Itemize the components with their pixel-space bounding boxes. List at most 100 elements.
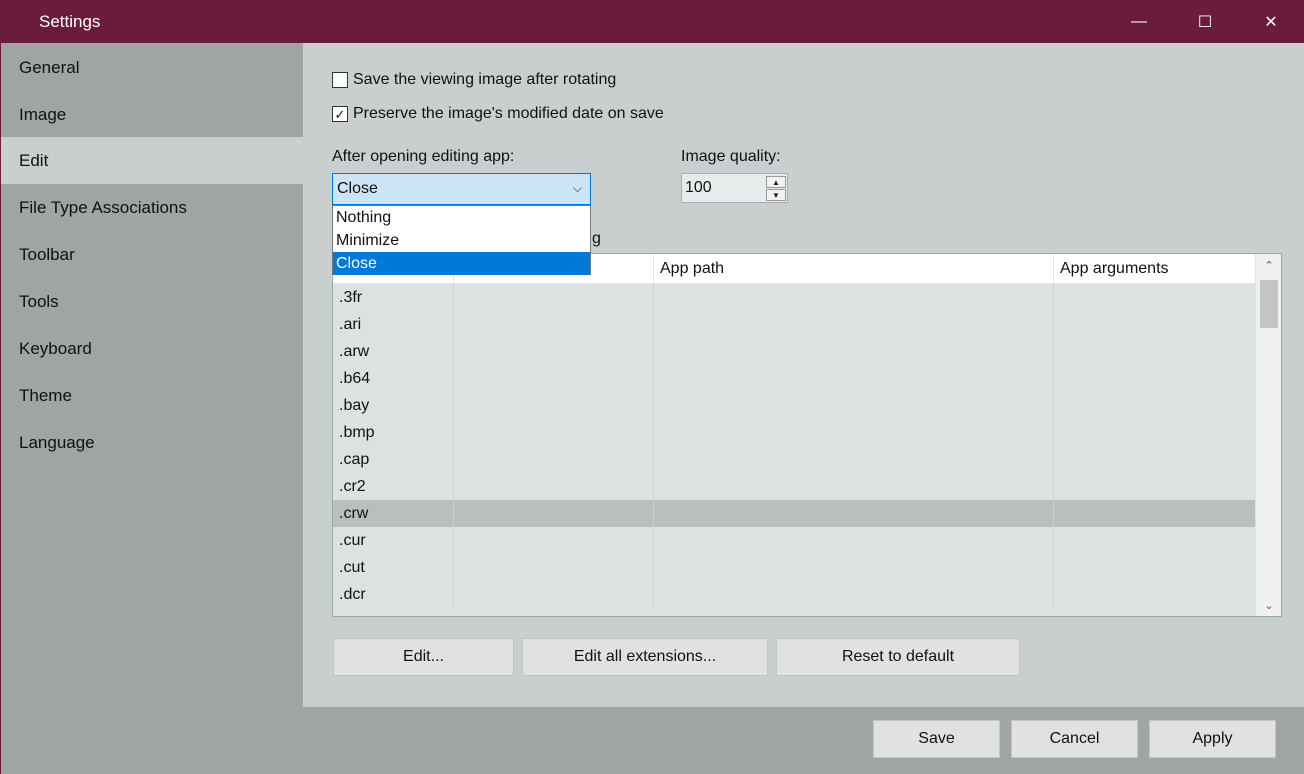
sidebar-item-label: Toolbar (19, 244, 75, 264)
cell-app-name (454, 527, 654, 554)
image-quality-input[interactable]: 100 ▲ ▼ (681, 173, 788, 203)
sidebar-item-label: Language (19, 432, 95, 452)
close-icon: ✕ (1264, 14, 1278, 31)
edit-button[interactable]: Edit... (333, 638, 514, 676)
table-row-highlighted[interactable]: .crw (333, 500, 1255, 527)
sidebar-item-language[interactable]: Language (1, 419, 303, 466)
sidebar-item-label: Edit (19, 150, 49, 170)
scrollbar-thumb[interactable] (1260, 280, 1278, 328)
reset-to-default-button[interactable]: Reset to default (776, 638, 1020, 676)
after-opening-value: Close (337, 180, 378, 197)
preserve-modified-date-label: Preserve the image's modified date on sa… (353, 105, 664, 122)
after-opening-select[interactable]: Close ⌵ (332, 173, 591, 205)
cell-app-path (654, 284, 1054, 311)
dropdown-option-minimize[interactable]: Minimize (333, 229, 590, 252)
cell-app-path (654, 419, 1054, 446)
table-row[interactable]: .b64 (333, 365, 1255, 392)
preserve-modified-date-option[interactable]: ✓ Preserve the image's modified date on … (332, 105, 664, 123)
column-header-app-path[interactable]: App path (654, 254, 1054, 284)
scroll-down-icon[interactable]: ⌄ (1256, 594, 1281, 616)
sidebar-item-label: File Type Associations (19, 197, 187, 217)
table-row[interactable]: .dcr (333, 581, 1255, 608)
table-row[interactable]: .bmp (333, 419, 1255, 446)
cell-app-name (454, 311, 654, 338)
cell-app-path (654, 527, 1054, 554)
cell-extension: .cap (333, 446, 454, 473)
sidebar-item-label: Tools (19, 291, 59, 311)
cell-app-name (454, 446, 654, 473)
image-quality-value: 100 (685, 179, 712, 196)
maximize-icon: ☐ (1197, 14, 1213, 31)
cell-app-path (654, 554, 1054, 581)
dropdown-option-nothing[interactable]: Nothing (333, 206, 590, 229)
scroll-up-icon[interactable]: ⌃ (1256, 254, 1281, 276)
cell-app-name (454, 581, 654, 608)
minimize-button[interactable]: — (1106, 1, 1172, 43)
decrement-button[interactable]: ▼ (766, 189, 786, 201)
table-row[interactable]: .cr2 (333, 473, 1255, 500)
minimize-icon: — (1131, 13, 1147, 30)
triangle-down-icon: ▼ (772, 190, 780, 200)
window-title: Settings (39, 12, 101, 31)
sidebar-item-general[interactable]: General (1, 44, 303, 91)
table-row[interactable]: .cur (333, 527, 1255, 554)
cell-extension: .arw (333, 338, 454, 365)
sidebar-item-tools[interactable]: Tools (1, 278, 303, 325)
cell-app-name (454, 284, 654, 311)
cell-app-name (454, 338, 654, 365)
cell-app-path (654, 392, 1054, 419)
dropdown-option-close[interactable]: Close (333, 252, 590, 275)
vertical-scrollbar[interactable]: ⌃ ⌄ (1255, 254, 1281, 616)
column-header-app-arguments[interactable]: App arguments (1054, 254, 1255, 284)
sidebar-item-edit[interactable]: Edit (1, 137, 303, 184)
save-after-rotating-checkbox[interactable] (332, 72, 348, 88)
sidebar-item-label: Image (19, 104, 67, 124)
sidebar-item-keyboard[interactable]: Keyboard (1, 325, 303, 372)
after-opening-dropdown-list: Nothing Minimize Close (332, 205, 591, 275)
sidebar-item-file-type-associations[interactable]: File Type Associations (1, 184, 303, 231)
sidebar-item-label: General (19, 57, 80, 77)
sidebar-item-theme[interactable]: Theme (1, 372, 303, 419)
sidebar: General Image Edit File Type Association… (1, 43, 303, 774)
title-bar[interactable]: Settings — ☐ ✕ (1, 1, 1304, 43)
cell-app-path (654, 473, 1054, 500)
close-button[interactable]: ✕ (1238, 1, 1304, 43)
cell-extension: .b64 (333, 365, 454, 392)
sidebar-item-label: Theme (19, 385, 72, 405)
table-row[interactable]: .arw (333, 338, 1255, 365)
cell-app-name (454, 554, 654, 581)
cell-app-path (654, 365, 1054, 392)
list-label-fragment: g (592, 230, 601, 247)
cell-app-name (454, 419, 654, 446)
checkmark-icon: ✓ (334, 106, 346, 122)
cell-app-name (454, 392, 654, 419)
table-row[interactable]: .bay (333, 392, 1255, 419)
apply-button[interactable]: Apply (1149, 720, 1276, 758)
table-row[interactable]: .cut (333, 554, 1255, 581)
increment-button[interactable]: ▲ (766, 176, 786, 188)
cell-app-name (454, 500, 654, 527)
cell-extension: .cut (333, 554, 454, 581)
sidebar-item-image[interactable]: Image (1, 91, 303, 138)
edit-all-extensions-button[interactable]: Edit all extensions... (522, 638, 768, 676)
cell-extension: .bay (333, 392, 454, 419)
preserve-modified-date-checkbox[interactable]: ✓ (332, 106, 348, 122)
save-after-rotating-option[interactable]: Save the viewing image after rotating (332, 71, 616, 89)
maximize-button[interactable]: ☐ (1172, 1, 1238, 43)
save-after-rotating-label: Save the viewing image after rotating (353, 71, 617, 88)
table-row[interactable]: .cap (333, 446, 1255, 473)
cell-extension: .3fr (333, 284, 454, 311)
cell-app-path (654, 500, 1054, 527)
editing-apps-table: App path App arguments .3fr .ari .arw .b… (332, 253, 1282, 617)
cell-extension: .crw (333, 500, 454, 527)
cancel-button[interactable]: Cancel (1011, 720, 1138, 758)
cell-extension: .bmp (333, 419, 454, 446)
cell-app-name (454, 473, 654, 500)
table-row[interactable]: .3fr (333, 284, 1255, 311)
cell-extension: .ari (333, 311, 454, 338)
settings-window: Settings — ☐ ✕ General Image Edit File T… (0, 0, 1304, 774)
save-button[interactable]: Save (873, 720, 1000, 758)
cell-extension: .cur (333, 527, 454, 554)
sidebar-item-toolbar[interactable]: Toolbar (1, 231, 303, 278)
table-row[interactable]: .ari (333, 311, 1255, 338)
